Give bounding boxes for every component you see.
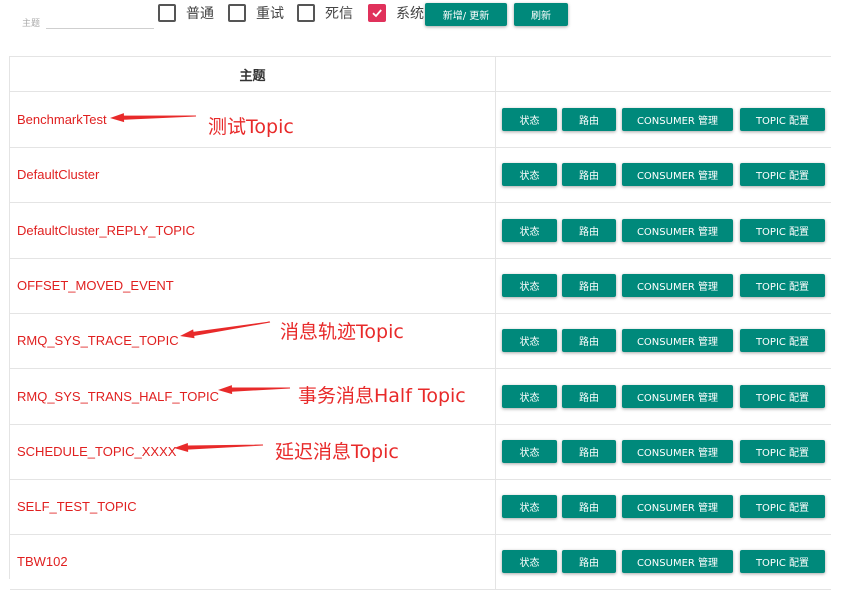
topic-name: OFFSET_MOVED_EVENT	[17, 277, 174, 293]
topic-config-button[interactable]: TOPIC 配置	[740, 550, 825, 574]
route-button[interactable]: 路由	[562, 495, 616, 519]
filter-dlq-checkbox[interactable]: 死信	[297, 4, 353, 22]
table-row: SELF_TEST_TOPIC 状态 路由 CONSUMER 管理 TOPIC 配置	[10, 479, 831, 536]
checkbox-unchecked-icon	[297, 4, 315, 22]
filter-retry-checkbox[interactable]: 重试	[228, 4, 284, 22]
table-row: DefaultCluster 状态 路由 CONSUMER 管理 TOPIC 配置	[10, 147, 831, 204]
route-button[interactable]: 路由	[562, 273, 616, 297]
table-row: BenchmarkTest 状态 路由 CONSUMER 管理 TOPIC 配置	[10, 92, 831, 148]
table-row: OFFSET_MOVED_EVENT 状态 路由 CONSUMER 管理 TOPIC 配…	[10, 257, 831, 314]
table-header: 主题	[10, 57, 831, 92]
topic-cell: DefaultCluster_REPLY_TOPIC	[10, 202, 496, 258]
annotation-label: 延迟消息Topic	[275, 441, 399, 463]
checkbox-checked-icon	[368, 4, 386, 22]
route-button[interactable]: 路由	[562, 108, 616, 131]
topic-name: BenchmarkTest	[17, 112, 107, 127]
consumer-manage-button[interactable]: CONSUMER 管理	[622, 550, 733, 574]
add-update-button[interactable]: 新增/ 更新	[425, 3, 507, 26]
topic-table: 主题 BenchmarkTest 状态 路由 CONSUMER 管理 TOPIC 配置 D…	[9, 56, 831, 590]
topic-name: TBW102	[17, 554, 68, 570]
filter-normal-checkbox[interactable]: 普通	[158, 4, 214, 22]
topic-cell: TBW102	[10, 534, 496, 590]
filter-system-label: 系统	[396, 6, 424, 22]
consumer-manage-button[interactable]: CONSUMER 管理	[622, 439, 733, 463]
checkmark-icon	[372, 9, 382, 18]
consumer-manage-button[interactable]: CONSUMER 管理	[622, 273, 733, 297]
topic-name: RMQ_SYS_TRACE_TOPIC	[17, 333, 179, 349]
consumer-manage-button[interactable]: CONSUMER 管理	[622, 384, 733, 408]
toolbar: 主题 普通 重试 死信 系统 新增/ 更新 刷新	[0, 0, 862, 44]
status-button[interactable]: 状态	[502, 384, 557, 408]
refresh-button[interactable]: 刷新	[514, 3, 568, 26]
search-field: 主题	[18, 6, 156, 30]
table-row: SCHEDULE_TOPIC_XXXX 状态 路由 CONSUMER 管理 TOPIC …	[10, 423, 831, 480]
checkbox-unchecked-icon	[158, 4, 176, 22]
status-button[interactable]: 状态	[502, 108, 557, 131]
topic-cell: RMQ_SYS_TRACE_TOPIC	[10, 313, 496, 369]
filter-system-checkbox[interactable]: 系统	[368, 4, 424, 22]
status-button[interactable]: 状态	[502, 439, 557, 463]
consumer-manage-button[interactable]: CONSUMER 管理	[622, 163, 733, 187]
topic-cell: DefaultCluster	[10, 147, 496, 203]
route-button[interactable]: 路由	[562, 329, 616, 353]
checkbox-unchecked-icon	[228, 4, 246, 22]
consumer-manage-button[interactable]: CONSUMER 管理	[622, 218, 733, 242]
topic-config-button[interactable]: TOPIC 配置	[740, 384, 825, 408]
topic-config-button[interactable]: TOPIC 配置	[740, 218, 825, 242]
topic-name: SELF_TEST_TOPIC	[17, 499, 137, 515]
consumer-manage-button[interactable]: CONSUMER 管理	[622, 329, 733, 353]
filter-dlq-label: 死信	[325, 6, 353, 22]
topic-cell: SCHEDULE_TOPIC_XXXX	[10, 423, 496, 479]
consumer-manage-button[interactable]: CONSUMER 管理	[622, 495, 733, 519]
topic-config-button[interactable]: TOPIC 配置	[740, 108, 825, 131]
search-label: 主题	[22, 18, 41, 28]
topic-name: RMQ_SYS_TRANS_HALF_TOPIC	[17, 388, 220, 404]
consumer-manage-button[interactable]: CONSUMER 管理	[622, 108, 733, 131]
status-button[interactable]: 状态	[502, 163, 557, 187]
filter-normal-label: 普通	[186, 6, 214, 22]
filter-retry-label: 重试	[256, 6, 284, 22]
status-button[interactable]: 状态	[502, 218, 557, 242]
topic-cell: OFFSET_MOVED_EVENT	[10, 257, 496, 313]
topic-name: DefaultCluster_REPLY_TOPIC	[17, 222, 195, 238]
table-row: DefaultCluster_REPLY_TOPIC 状态 路由 CONSUMER 管…	[10, 202, 831, 259]
annotation-label: 测试Topic	[208, 116, 294, 138]
status-button[interactable]: 状态	[502, 495, 557, 519]
annotation-label: 消息轨迹Topic	[280, 321, 404, 343]
status-button[interactable]: 状态	[502, 273, 557, 297]
topic-cell: SELF_TEST_TOPIC	[10, 479, 496, 535]
topic-config-button[interactable]: TOPIC 配置	[740, 163, 825, 187]
table-row: TBW102 状态 路由 CONSUMER 管理 TOPIC 配置	[10, 534, 831, 590]
route-button[interactable]: 路由	[562, 384, 616, 408]
topic-config-button[interactable]: TOPIC 配置	[740, 273, 825, 297]
status-button[interactable]: 状态	[502, 329, 557, 353]
route-button[interactable]: 路由	[562, 439, 616, 463]
route-button[interactable]: 路由	[562, 218, 616, 242]
search-input[interactable]	[46, 6, 154, 29]
route-button[interactable]: 路由	[562, 550, 616, 574]
route-button[interactable]: 路由	[562, 163, 616, 187]
topic-name: SCHEDULE_TOPIC_XXXX	[17, 443, 177, 459]
table-row: RMQ_SYS_TRACE_TOPIC 状态 路由 CONSUMER 管理 TOPIC …	[10, 313, 831, 370]
topic-config-button[interactable]: TOPIC 配置	[740, 439, 825, 463]
topic-config-button[interactable]: TOPIC 配置	[740, 329, 825, 353]
topic-name: DefaultCluster	[17, 167, 100, 183]
column-header-topic: 主题	[10, 57, 496, 91]
status-button[interactable]: 状态	[502, 550, 557, 574]
topic-config-button[interactable]: TOPIC 配置	[740, 495, 825, 519]
annotation-label: 事务消息Half Topic	[298, 385, 466, 407]
